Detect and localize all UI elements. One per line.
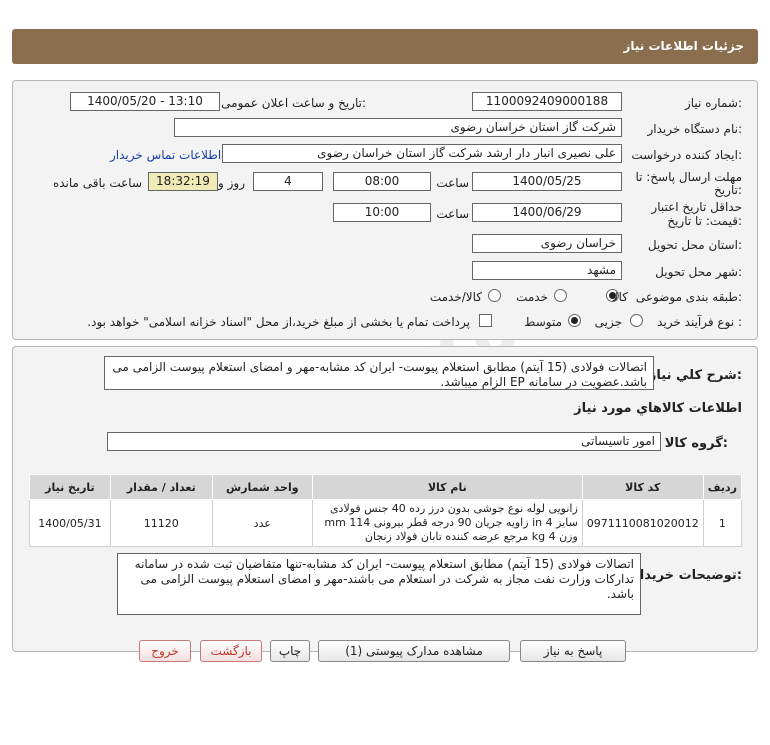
col-code: کد کالا — [581, 474, 704, 500]
announce-date-label: تاریخ و ساعت اعلان عمومی: — [221, 96, 366, 110]
col-date: تاریخ نیاز — [29, 474, 111, 500]
reply-deadline-time-label: ساعت — [436, 176, 469, 190]
reply-button[interactable]: پاسخ به نیاز — [520, 640, 626, 662]
process-medium-radio[interactable] — [568, 314, 581, 327]
buyer-contact-link[interactable]: اطلاعات تماس خریدار — [110, 148, 221, 162]
description-text: اتصالات فولادی (15 آیتم) مطابق استعلام پ… — [104, 356, 654, 390]
reply-deadline-label-line2: تاریخ: — [714, 183, 742, 197]
need-number-field[interactable]: 1100092409000188 — [472, 92, 622, 111]
delivery-province-field[interactable]: خراسان رضوی — [472, 234, 622, 253]
requester-label: ایجاد کننده درخواست: — [631, 148, 742, 162]
reply-deadline-time-field[interactable]: 08:00 — [333, 172, 431, 191]
cell-date: 1400/05/31 — [29, 499, 111, 547]
delivery-province-label: استان محل تحویل: — [647, 238, 742, 252]
print-button[interactable]: چاپ — [270, 640, 310, 662]
description-label: شرح کلي نياز: — [648, 368, 742, 383]
reply-deadline-label-line1: مهلت ارسال پاسخ: تا — [635, 170, 742, 184]
goods-section-title: اطلاعات کالاهاي مورد نياز — [574, 401, 742, 416]
goods-table: ردیف کد کالا نام کالا واحد شمارش تعداد /… — [29, 474, 743, 547]
goods-group-label: گروه کالا: — [664, 436, 728, 451]
validity-label-line1: حداقل تاریخ اعتبار — [651, 200, 742, 214]
validity-label-line2: قیمت: تا تاریخ: — [667, 214, 742, 228]
buyer-notes-label: توضیحات خریدار: — [632, 568, 742, 583]
remaining-days-label: روز و — [218, 176, 245, 190]
buyer-org-field[interactable]: شرکت گاز استان خراسان رضوی — [174, 118, 622, 137]
category-service-radio[interactable] — [554, 289, 567, 302]
remaining-time-label: ساعت باقی مانده — [52, 176, 142, 190]
process-minor-radio[interactable] — [630, 314, 643, 327]
cell-name: زانویی لوله نوع جوشی بدون درز رده 40 جنس… — [311, 499, 583, 547]
requester-field[interactable]: علی نصیری انبار دار ارشد شرکت گاز استان … — [222, 144, 622, 163]
table-row[interactable]: 1 0971110081020012 زانویی لوله نوع جوشی … — [29, 499, 743, 547]
category-label: طبقه بندی موضوعی: — [635, 290, 742, 304]
col-qty: تعداد / مقدار — [109, 474, 213, 500]
page-header: جزئیات اطلاعات نیاز — [12, 29, 758, 64]
buyer-org-label: نام دستگاه خریدار: — [647, 122, 743, 136]
exit-button[interactable]: خروج — [139, 640, 191, 662]
goods-table-header: ردیف کد کالا نام کالا واحد شمارش تعداد /… — [29, 474, 743, 500]
remaining-days-field[interactable]: 4 — [253, 172, 323, 191]
validity-date-field[interactable]: 1400/06/29 — [472, 203, 622, 222]
category-goods-service-label: کالا/خدمت — [429, 290, 482, 304]
category-goods-label: کالا — [611, 290, 628, 304]
process-label: نوع فرآیند خرید : — [657, 315, 742, 329]
cell-code: 0971110081020012 — [581, 499, 704, 547]
goods-group-field[interactable]: امور تاسیساتی — [107, 432, 661, 451]
back-button[interactable]: بازگشت — [200, 640, 262, 662]
page-title: جزئیات اطلاعات نیاز — [623, 39, 744, 53]
cell-qty: 11120 — [109, 499, 213, 547]
delivery-city-field[interactable]: مشهد — [472, 261, 622, 280]
process-minor-label: جزیی — [594, 315, 622, 329]
validity-time-label: ساعت — [436, 207, 469, 221]
cell-index: 1 — [702, 499, 743, 547]
delivery-city-label: شهر محل تحویل: — [655, 265, 742, 279]
announce-date-field[interactable]: 1400/05/20 - 13:10 — [70, 92, 220, 111]
view-attachments-button[interactable]: مشاهده مدارک پیوستی (1) — [318, 640, 510, 662]
treasury-payment-note: پرداخت تمام یا بخشی از مبلغ خرید،از محل … — [87, 315, 470, 329]
reply-deadline-date-field[interactable]: 1400/05/25 — [472, 172, 622, 191]
cell-unit: عدد — [211, 499, 313, 547]
col-name: نام کالا — [311, 474, 583, 500]
process-medium-label: متوسط — [524, 315, 562, 329]
remaining-time-field: 18:32:19 — [148, 172, 218, 191]
category-goods-service-radio[interactable] — [488, 289, 501, 302]
validity-time-field[interactable]: 10:00 — [333, 203, 431, 222]
category-service-label: خدمت — [516, 290, 548, 304]
buyer-notes-text: اتصالات فولادی (15 آیتم) مطابق استعلام پ… — [117, 553, 641, 615]
col-index: ردیف — [702, 474, 743, 500]
col-unit: واحد شمارش — [211, 474, 313, 500]
need-number-label: شماره نیاز: — [684, 96, 742, 110]
treasury-payment-checkbox[interactable] — [479, 314, 492, 327]
